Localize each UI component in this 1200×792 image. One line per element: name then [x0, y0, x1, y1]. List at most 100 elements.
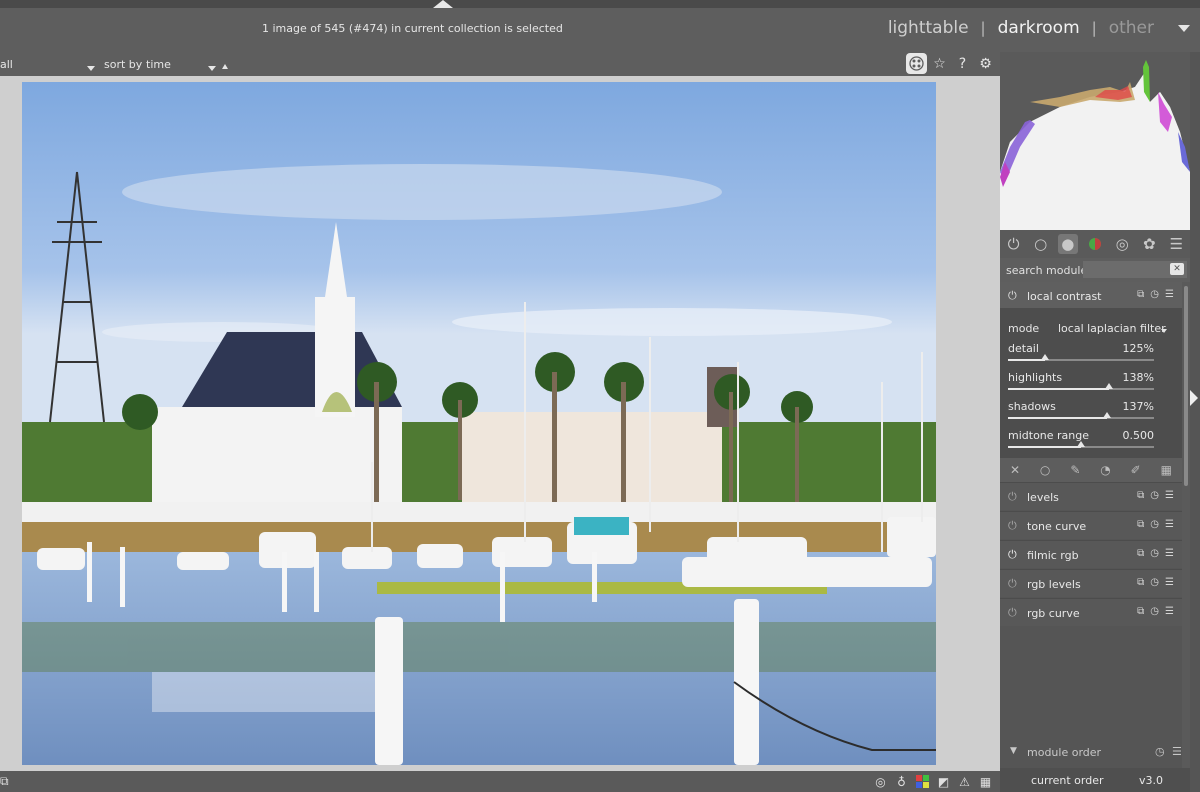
presets-icon[interactable]: ☰: [1172, 745, 1182, 758]
power-icon[interactable]: ⏻: [1008, 548, 1017, 562]
grouping-icon[interactable]: [906, 53, 927, 74]
parametric-mask-icon[interactable]: ◔: [1100, 463, 1110, 477]
active-modules-icon[interactable]: ⏻: [1004, 234, 1024, 254]
tone-group-icon[interactable]: ●: [1057, 234, 1078, 254]
multi-instance-icon[interactable]: ⧉: [1137, 519, 1144, 530]
module-groups: ⏻ ○ ● ◎ ✿ ☰: [1000, 230, 1190, 258]
power-icon[interactable]: ⏻: [1008, 606, 1017, 620]
reset-icon[interactable]: ◷: [1150, 548, 1159, 559]
help-icon[interactable]: ?: [952, 53, 973, 74]
color-assessment-icon[interactable]: [914, 773, 931, 790]
collapse-icon[interactable]: ▼: [1010, 746, 1017, 756]
sort-dropdown-icon[interactable]: [208, 61, 216, 74]
base-group-icon[interactable]: ○: [1031, 234, 1051, 254]
module-header-levels[interactable]: ⏻ levels ⧉ ◷ ☰: [1000, 482, 1182, 510]
views-dropdown-icon[interactable]: [1178, 24, 1190, 32]
filter-select[interactable]: all: [0, 58, 13, 71]
edited-photo[interactable]: [22, 82, 936, 765]
module-search: search module ✕: [1000, 258, 1190, 282]
module-header-filmic-rgb[interactable]: ⏻ filmic rgb ⧉ ◷ ☰: [1000, 540, 1182, 568]
module-order-header[interactable]: ▼ module order ◷ ☰: [1000, 740, 1190, 764]
module-name: tone curve: [1027, 520, 1087, 533]
scrollbar[interactable]: [1182, 282, 1190, 782]
clear-search-icon[interactable]: ✕: [1170, 263, 1184, 275]
histogram[interactable]: [1000, 52, 1190, 230]
multi-instance-icon[interactable]: ⧉: [1137, 548, 1144, 559]
sort-value: time: [146, 58, 171, 71]
sort-select[interactable]: time: [146, 58, 171, 71]
slider-midtone-range[interactable]: midtone range 0.500: [1008, 429, 1154, 455]
reset-icon[interactable]: ◷: [1150, 606, 1159, 617]
presets-icon[interactable]: ☰: [1165, 490, 1174, 501]
view-separator: |: [980, 19, 986, 37]
star-icon[interactable]: ☆: [929, 53, 950, 74]
module-icons: ⧉ ◷ ☰: [1137, 606, 1174, 617]
multi-instance-icon[interactable]: ⧉: [1137, 289, 1144, 300]
gamut-check-icon[interactable]: ⚠: [956, 773, 973, 790]
slider-label: detail: [1008, 342, 1039, 355]
reset-icon[interactable]: ◷: [1150, 577, 1159, 588]
current-order-label: current order: [1031, 774, 1104, 787]
presets-icon[interactable]: ☰: [1165, 577, 1174, 588]
mode-dropdown-icon[interactable]: [1161, 324, 1167, 337]
slider-shadows[interactable]: shadows 137%: [1008, 400, 1154, 426]
module-header-tone-curve[interactable]: ⏻ tone curve ⧉ ◷ ☰: [1000, 511, 1182, 539]
power-icon[interactable]: ⏻: [1008, 490, 1017, 504]
slider-track[interactable]: [1008, 383, 1154, 390]
slider-track[interactable]: [1008, 412, 1154, 419]
correct-group-icon[interactable]: ◎: [1112, 234, 1132, 254]
drawn-parametric-mask-icon[interactable]: ✐: [1131, 463, 1141, 477]
reset-icon[interactable]: ◷: [1150, 490, 1159, 501]
multi-instance-icon[interactable]: ⧉: [1137, 606, 1144, 617]
snapshot-icon[interactable]: ⧉: [0, 774, 9, 789]
raster-mask-icon[interactable]: ▦: [1161, 463, 1172, 477]
collapse-top-panel-arrow-icon[interactable]: [433, 0, 453, 8]
gear-icon[interactable]: ⚙: [975, 53, 996, 74]
filter-dropdown-icon[interactable]: [87, 61, 95, 74]
softproof-icon[interactable]: ♁: [893, 773, 910, 790]
reset-icon[interactable]: ◷: [1150, 289, 1159, 300]
color-picker-icon[interactable]: ◎: [872, 773, 889, 790]
focus-peaking-icon[interactable]: ◩: [935, 773, 952, 790]
presets-icon[interactable]: ☰: [1165, 548, 1174, 559]
presets-icon[interactable]: ☰: [1165, 289, 1174, 300]
group-presets-menu-icon[interactable]: ☰: [1166, 234, 1186, 254]
collapse-right-panel-arrow-icon[interactable]: [1190, 390, 1198, 406]
drawn-mask-icon[interactable]: ✎: [1070, 463, 1080, 477]
top-panel-strip[interactable]: [0, 0, 1200, 8]
power-on-icon[interactable]: ⏻: [1008, 289, 1017, 303]
color-group-icon[interactable]: [1085, 234, 1105, 254]
current-order-value: v3.0: [1139, 774, 1164, 787]
presets-icon[interactable]: ☰: [1165, 519, 1174, 530]
view-darkroom[interactable]: darkroom: [996, 18, 1082, 38]
effect-group-icon[interactable]: ✿: [1139, 234, 1159, 254]
sort-direction-icon[interactable]: [222, 59, 228, 72]
multi-instance-icon[interactable]: ⧉: [1137, 577, 1144, 588]
slider-highlights[interactable]: highlights 138%: [1008, 371, 1154, 397]
presets-icon[interactable]: ☰: [1165, 606, 1174, 617]
filter-bar: all sort by time ☆ ? ⚙: [0, 52, 1000, 76]
module-name: filmic rgb: [1027, 549, 1079, 562]
slider-value: 138%: [1122, 371, 1154, 384]
overexposed-icon[interactable]: ▦: [977, 773, 994, 790]
multi-instance-icon[interactable]: ⧉: [1137, 490, 1144, 501]
slider-track[interactable]: [1008, 354, 1154, 361]
module-header-rgb-curve[interactable]: ⏻ rgb curve ⧉ ◷ ☰: [1000, 598, 1182, 626]
mode-select[interactable]: local laplacian filter: [1058, 322, 1166, 335]
module-header-rgb-levels[interactable]: ⏻ rgb levels ⧉ ◷ ☰: [1000, 569, 1182, 597]
module-name: rgb levels: [1027, 578, 1081, 591]
view-other[interactable]: other: [1107, 18, 1156, 38]
uniform-mask-icon[interactable]: ○: [1040, 463, 1050, 477]
scrollbar-thumb[interactable]: [1184, 286, 1188, 486]
view-lighttable[interactable]: lighttable: [886, 18, 971, 38]
power-icon[interactable]: ⏻: [1008, 519, 1017, 533]
reset-icon[interactable]: ◷: [1155, 745, 1165, 758]
module-header-local-contrast[interactable]: ⏻ local contrast ⧉ ◷ ☰: [1000, 282, 1182, 310]
power-icon[interactable]: ⏻: [1008, 577, 1017, 591]
filter-icons: ☆ ? ⚙: [906, 53, 996, 74]
mask-off-icon[interactable]: ✕: [1010, 463, 1020, 477]
slider-detail[interactable]: detail 125%: [1008, 342, 1154, 368]
reset-icon[interactable]: ◷: [1150, 519, 1159, 530]
slider-track[interactable]: [1008, 441, 1154, 448]
image-canvas[interactable]: [0, 76, 1000, 771]
